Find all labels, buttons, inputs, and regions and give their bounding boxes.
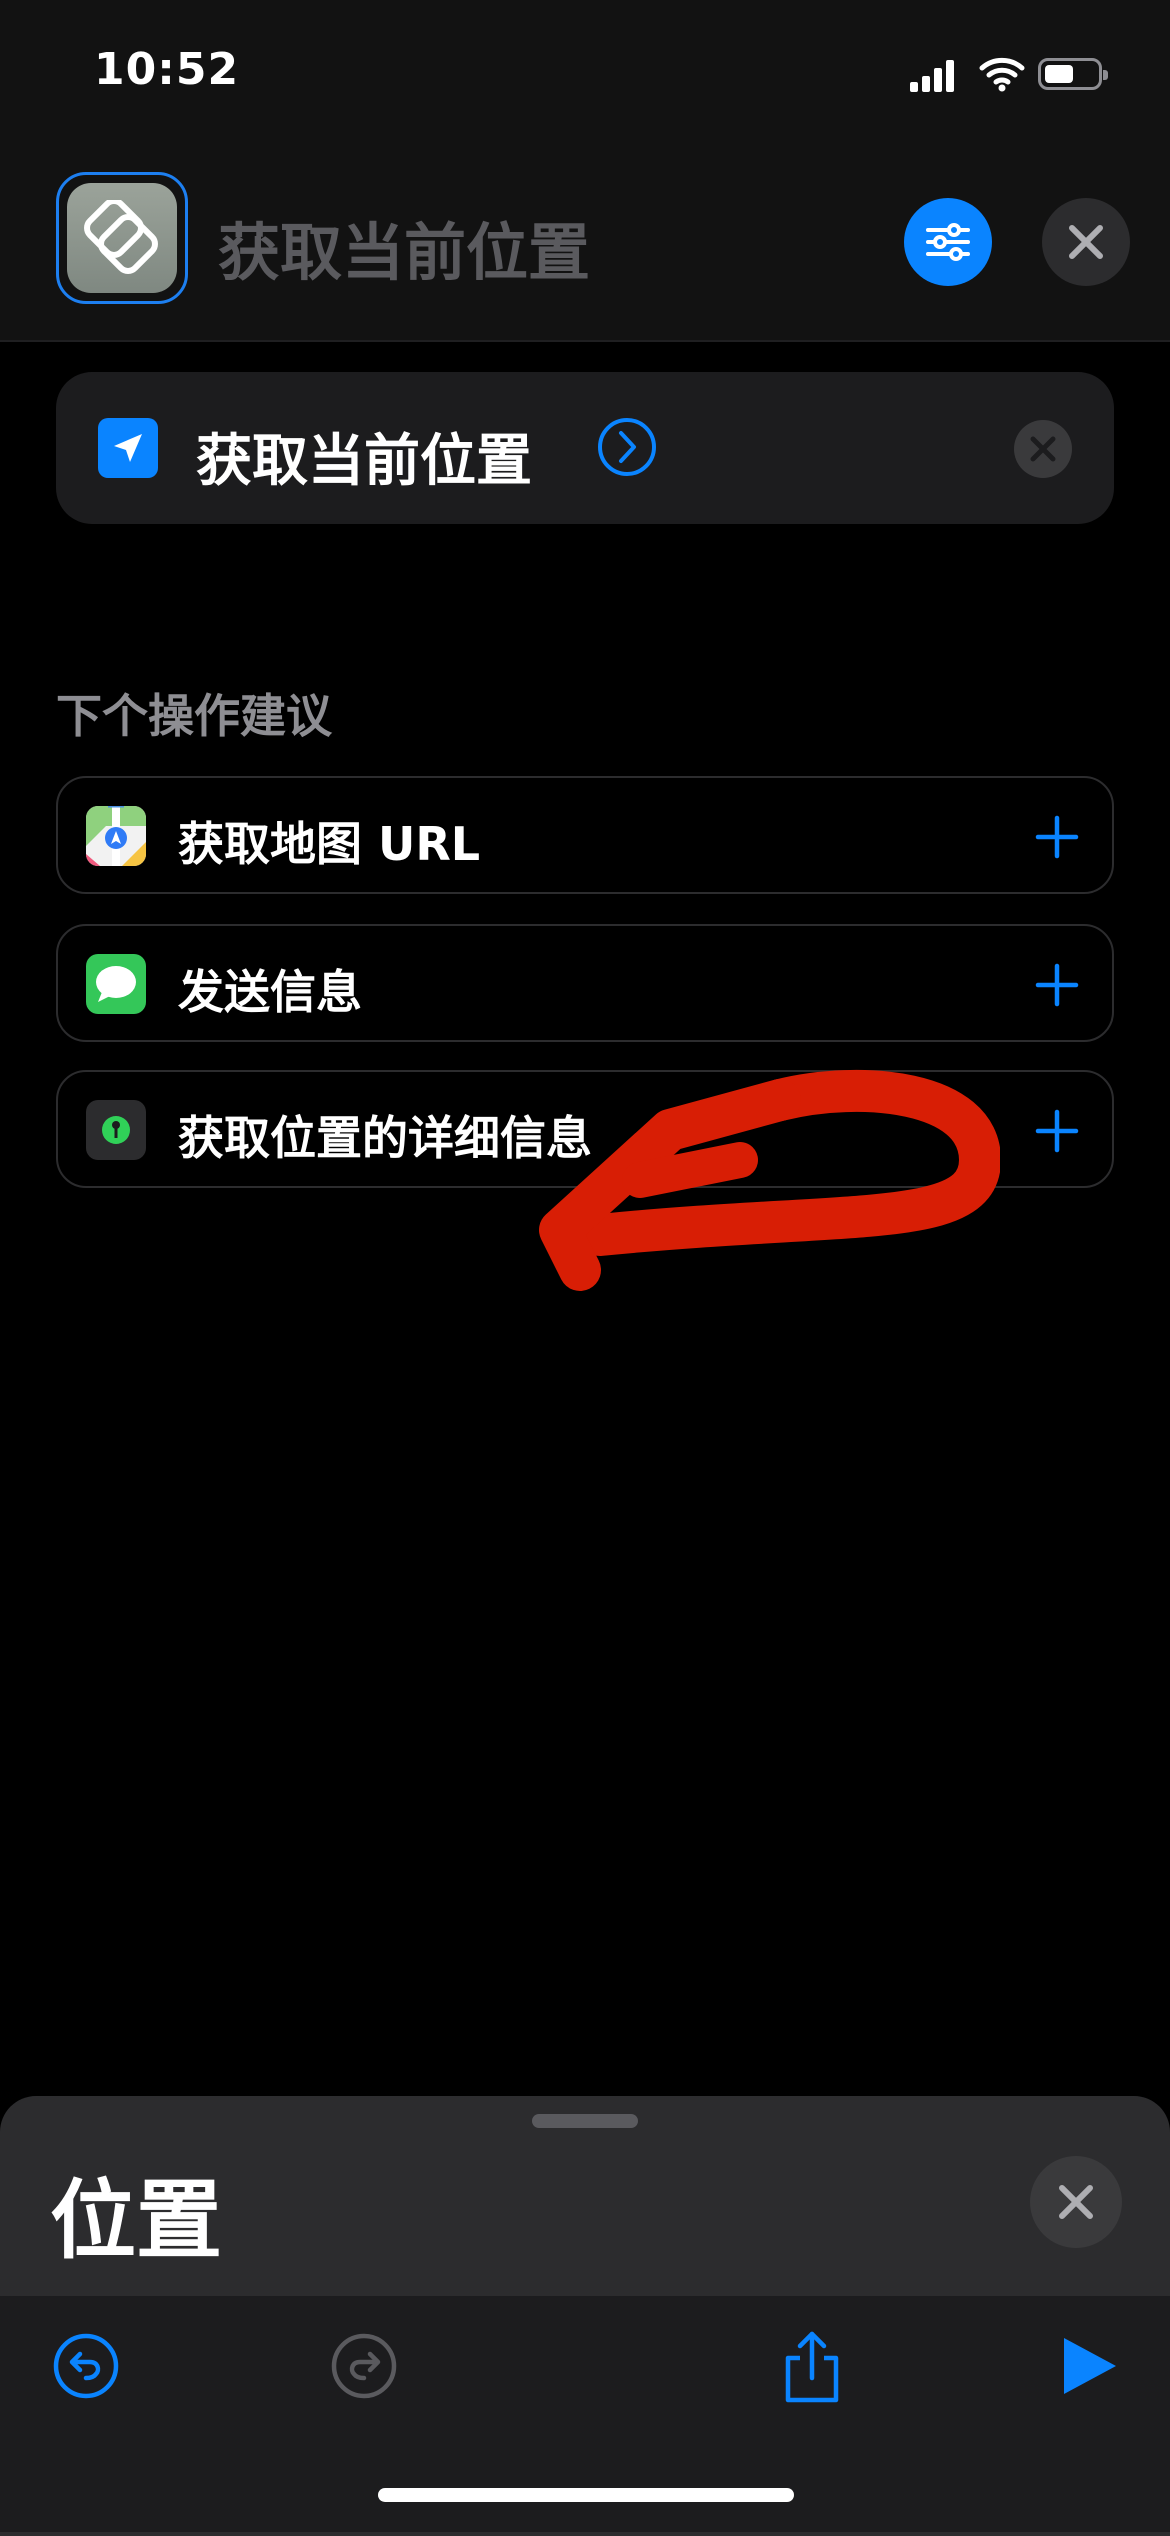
suggestion-item[interactable]: 获取地图 URL bbox=[56, 776, 1114, 894]
settings-button[interactable] bbox=[904, 198, 992, 286]
plus-icon[interactable] bbox=[1034, 1108, 1080, 1154]
undo-button[interactable] bbox=[46, 2326, 126, 2406]
action-label: 获取当前位置 bbox=[196, 429, 532, 494]
redo-button[interactable] bbox=[324, 2326, 404, 2406]
play-icon bbox=[1064, 2338, 1116, 2394]
suggestion-item[interactable]: 发送信息 bbox=[56, 924, 1114, 1042]
maps-icon bbox=[86, 806, 146, 866]
remove-action-button[interactable] bbox=[1014, 420, 1072, 478]
sheet-grabber[interactable] bbox=[532, 2114, 638, 2128]
status-icons bbox=[910, 50, 1114, 100]
battery-icon bbox=[1038, 58, 1108, 90]
status-time: 10:52 bbox=[94, 44, 240, 95]
close-icon bbox=[1069, 225, 1103, 259]
shortcut-icon-button[interactable] bbox=[56, 172, 188, 304]
sheet-close-button[interactable] bbox=[1030, 2156, 1122, 2248]
location-pin-icon bbox=[86, 1100, 146, 1160]
wifi-icon bbox=[978, 54, 1026, 92]
shortcut-title-field[interactable]: 获取当前位置 bbox=[218, 202, 590, 292]
plus-icon[interactable] bbox=[1034, 814, 1080, 860]
run-button[interactable] bbox=[1050, 2326, 1130, 2406]
signal-icon bbox=[910, 58, 958, 92]
close-button[interactable] bbox=[1042, 198, 1130, 286]
suggestions-header: 下个操作建议 bbox=[56, 689, 332, 743]
undo-icon bbox=[53, 2333, 119, 2399]
chevron-right-circle-icon[interactable] bbox=[596, 416, 658, 478]
redo-icon bbox=[331, 2333, 397, 2399]
messages-icon bbox=[86, 954, 146, 1014]
header-area: 10:52 获取当前位置 bbox=[0, 0, 1170, 342]
share-icon bbox=[785, 2331, 839, 2403]
location-arrow-icon bbox=[98, 418, 158, 478]
action-card[interactable]: 获取当前位置 bbox=[56, 372, 1114, 524]
shortcuts-icon bbox=[67, 183, 177, 293]
hand-drawn-arrow bbox=[539, 1069, 1000, 1291]
home-indicator[interactable] bbox=[378, 2488, 794, 2502]
sliders-icon bbox=[926, 223, 970, 261]
suggestion-label: 获取地图 URL bbox=[178, 817, 481, 871]
close-icon bbox=[1059, 2185, 1093, 2219]
suggestion-label: 发送信息 bbox=[178, 965, 362, 1019]
share-button[interactable] bbox=[772, 2326, 852, 2406]
sheet-title: 位置 bbox=[50, 2171, 222, 2271]
plus-icon[interactable] bbox=[1034, 962, 1080, 1008]
close-icon bbox=[1030, 436, 1056, 462]
